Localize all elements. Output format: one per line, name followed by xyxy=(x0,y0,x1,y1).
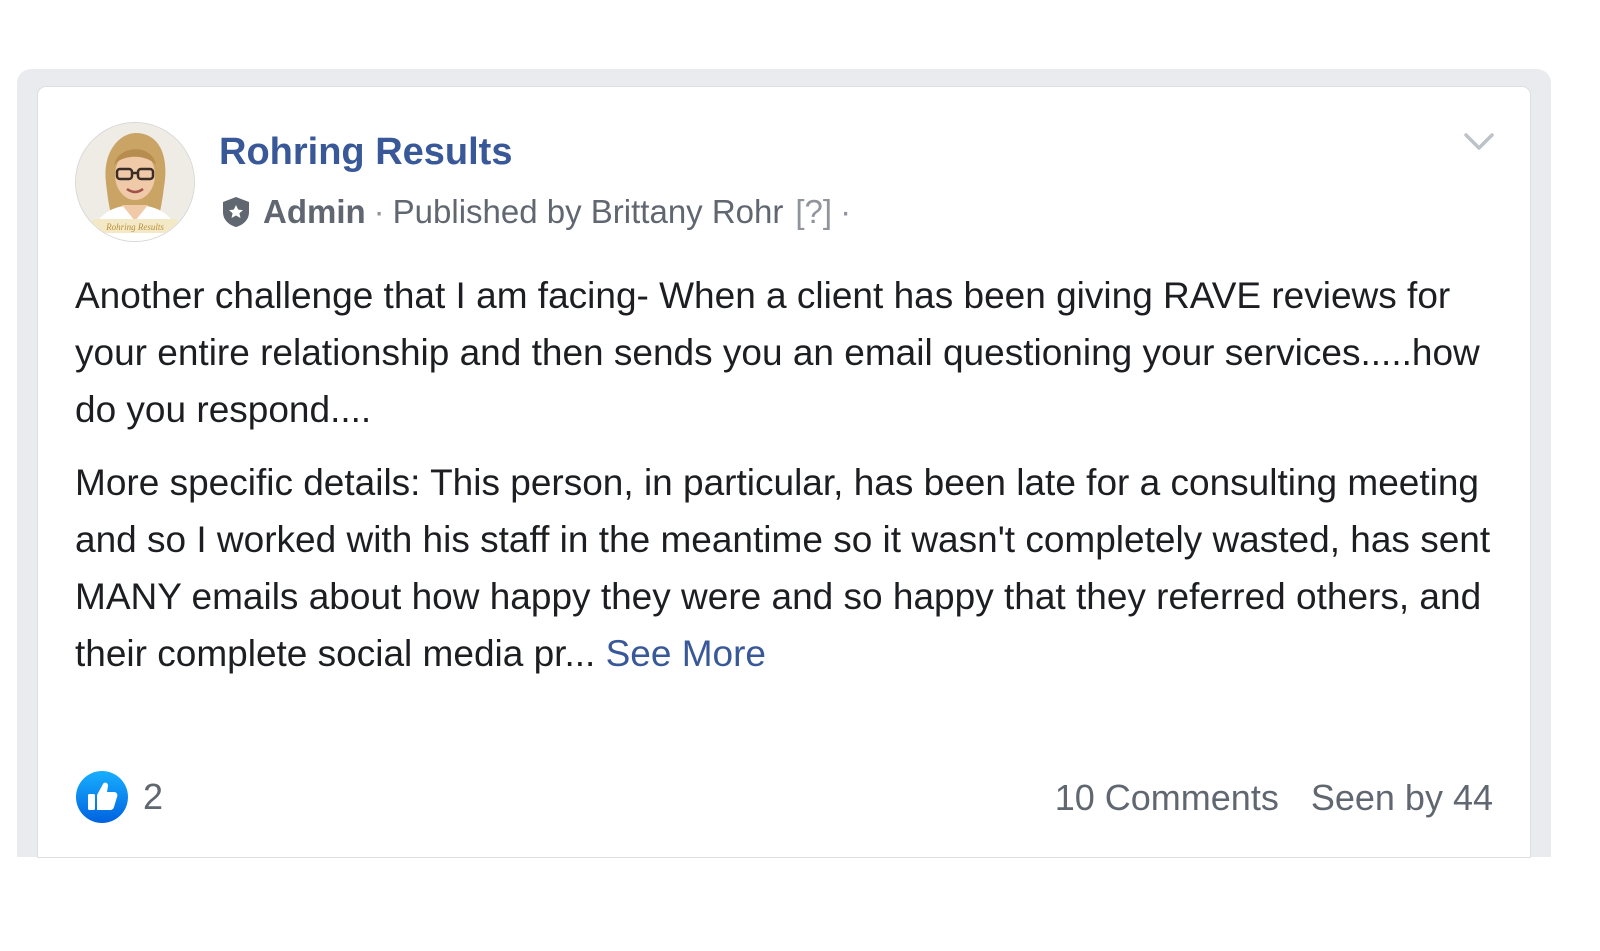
admin-role-label: Admin xyxy=(263,193,366,230)
meta-trailing-dot: · xyxy=(840,193,852,230)
post-paragraph-2: More specific details: This person, in p… xyxy=(75,454,1495,682)
page-name-link[interactable]: Rohring Results xyxy=(219,131,512,174)
help-link[interactable]: [?] xyxy=(795,193,832,231)
post-meta: Admin · Published by Brittany Rohr [?] · xyxy=(219,193,859,231)
seen-by-count[interactable]: Seen by 44 xyxy=(1311,777,1493,818)
meta-separator: · xyxy=(373,193,385,230)
like-thumbs-up-icon xyxy=(75,770,129,824)
post-paragraph-1: Another challenge that I am facing- When… xyxy=(75,275,1480,430)
post-card: Rohring Results Rohring Results Admin · … xyxy=(38,87,1530,857)
post-options-chevron-down-icon[interactable] xyxy=(1462,129,1496,155)
page-avatar[interactable]: Rohring Results xyxy=(76,123,194,241)
published-by-text[interactable]: Published by Brittany Rohr xyxy=(393,193,784,231)
shield-star-icon xyxy=(219,195,253,229)
like-count: 2 xyxy=(143,776,164,817)
comments-count-link[interactable]: 10 Comments xyxy=(1055,777,1279,818)
avatar-image: Rohring Results xyxy=(76,123,194,241)
post-stats: 10 Comments Seen by 44 xyxy=(1055,777,1493,819)
avatar-logo-text: Rohring Results xyxy=(105,222,164,232)
see-more-link[interactable]: See More xyxy=(606,633,766,674)
post-paragraph-2-text: More specific details: This person, in p… xyxy=(75,462,1491,674)
reactions-summary[interactable]: 2 xyxy=(75,770,163,824)
